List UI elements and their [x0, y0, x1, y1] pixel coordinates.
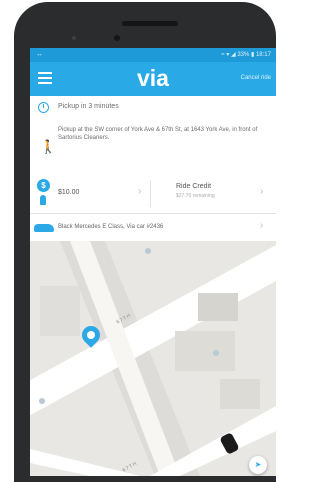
ride-credit-label[interactable]: Ride Credit	[176, 183, 211, 190]
walking-person-icon: 🚶	[40, 139, 57, 154]
via-logo: via	[137, 65, 169, 91]
notification-icon: ↔	[36, 51, 43, 58]
vehicle-row[interactable]: Black Mercedes E Class, Via car #2436 ›	[30, 214, 276, 242]
app-screen: ↔ ≈ ▾ ◢ 33% ▮ 18:17 via Cancel ride Pick…	[30, 48, 276, 476]
locate-icon[interactable]: ➤	[249, 456, 267, 474]
car-icon	[34, 224, 54, 232]
app-bar: via Cancel ride	[30, 62, 276, 96]
front-camera	[114, 35, 120, 41]
clock-icon	[38, 102, 49, 113]
pickup-card: Pickup in 3 minutes 🚶 Pickup at the SW c…	[30, 96, 276, 175]
status-bar-right: ≈ ▾ ◢ 33% ▮ 18:17	[221, 52, 271, 58]
dollar-icon: $	[37, 179, 50, 192]
pin-icon	[40, 195, 46, 205]
chevron-right-icon[interactable]: ›	[260, 186, 263, 197]
map-view[interactable]: 67TH 67TH	[30, 241, 276, 476]
ride-credit-remaining: $27.70 remaining	[176, 193, 215, 199]
vehicle-description: Black Mercedes E Class, Via car #2436	[58, 224, 164, 230]
chevron-right-icon[interactable]: ›	[260, 220, 263, 231]
proximity-sensor	[72, 36, 76, 40]
payment-row: $ $10.00 › Ride Credit $27.70 remaining …	[30, 174, 276, 214]
pickup-description: Pickup at the SW corner of York Ave & 67…	[58, 127, 258, 141]
map-streets	[30, 241, 276, 476]
pickup-time: Pickup in 3 minutes	[58, 103, 119, 110]
status-bar: ↔ ≈ ▾ ◢ 33% ▮ 18:17	[30, 48, 276, 62]
cancel-ride-button[interactable]: Cancel ride	[241, 75, 271, 81]
fare-amount[interactable]: $10.00	[58, 189, 79, 196]
chevron-right-icon[interactable]: ›	[138, 186, 141, 197]
divider	[150, 180, 151, 207]
speaker-grille	[122, 21, 178, 26]
